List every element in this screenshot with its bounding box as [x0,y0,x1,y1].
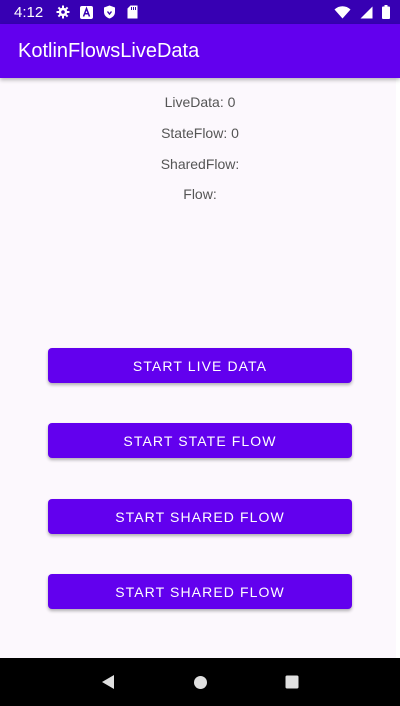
flow-label: Flow: [183,186,217,202]
wifi-icon [334,5,351,19]
stateflow-label: StateFlow: 0 [161,125,239,141]
app-title: KotlinFlowsLiveData [18,39,200,62]
start-state-flow-button[interactable]: START STATE FLOW [48,423,352,458]
battery-icon [381,5,390,19]
navigation-bar [0,658,400,706]
livedata-label: LiveData: 0 [164,94,236,110]
status-bar-right [334,5,390,19]
main-content: LiveData: 0 StateFlow: 0 SharedFlow: Flo… [0,78,400,658]
start-flow-button[interactable]: START SHARED FLOW [48,574,352,609]
status-time: 4:12 [14,3,44,21]
sd-card-icon [125,5,139,19]
back-button[interactable] [88,662,128,702]
home-icon [193,675,207,689]
status-bar: 4:12 [0,0,400,24]
settings-icon [56,5,70,19]
start-live-data-button[interactable]: START LIVE DATA [48,348,352,383]
recents-icon [285,675,299,689]
sharedflow-label: SharedFlow: [160,156,240,172]
recents-button[interactable] [272,662,312,702]
app-bar: KotlinFlowsLiveData [0,24,400,78]
start-shared-flow-button[interactable]: START SHARED FLOW [48,499,352,534]
shield-icon [102,5,116,19]
home-button[interactable] [180,662,220,702]
signal-icon [359,5,373,19]
a-badge-icon [79,5,93,19]
back-icon [102,675,114,689]
status-bar-left: 4:12 [14,4,139,21]
